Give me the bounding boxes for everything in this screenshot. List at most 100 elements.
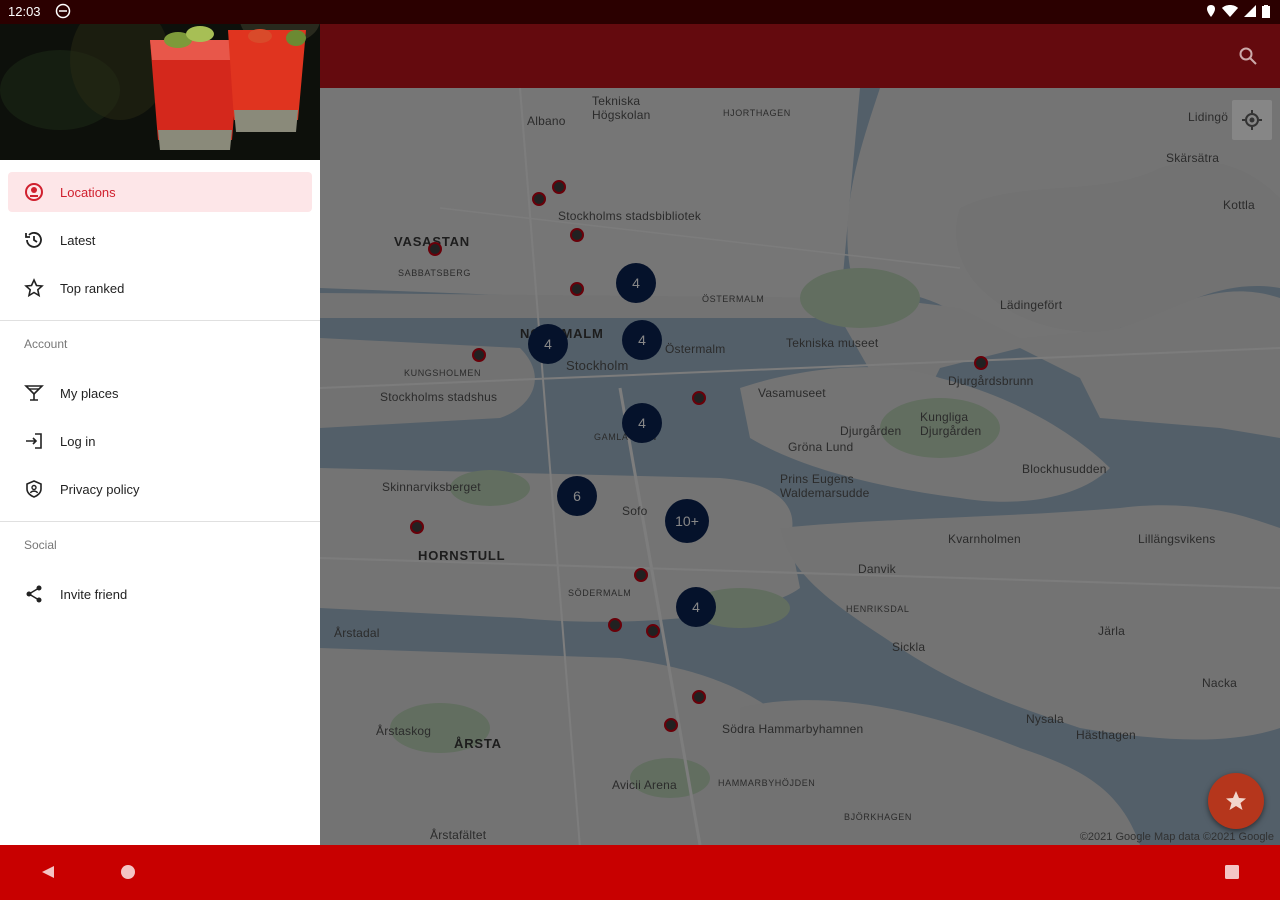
label-vasamuseet: Vasamuseet bbox=[758, 386, 826, 400]
nav-item-label: My places bbox=[60, 385, 119, 401]
home-icon[interactable] bbox=[120, 864, 136, 880]
label-henriksdal: HENRIKSDAL bbox=[846, 604, 910, 614]
shield-icon bbox=[26, 480, 42, 498]
label-kvarnholmen: Kvarnholmen bbox=[948, 532, 1021, 546]
marker-cluster[interactable]: 4 bbox=[622, 320, 662, 360]
label-blockhusudden: Blockhusudden bbox=[1022, 462, 1107, 476]
label-tekniska-museet: Tekniska museet bbox=[786, 336, 879, 350]
nav-item-invite-friend[interactable]: Invite friend bbox=[0, 570, 320, 618]
location-pin[interactable] bbox=[608, 618, 622, 632]
location-pin[interactable] bbox=[646, 624, 660, 638]
label-tekniska-hogskolan: Tekniska Högskolan bbox=[592, 94, 651, 122]
drawer-header-image bbox=[0, 0, 320, 160]
search-icon[interactable] bbox=[1238, 46, 1258, 66]
nav-item-label: Locations bbox=[60, 184, 116, 200]
status-bar: 12:03 bbox=[0, 0, 1280, 24]
dnd-icon bbox=[55, 3, 71, 19]
label-sodermalm: SÖDERMALM bbox=[568, 588, 632, 598]
recents-icon[interactable] bbox=[1224, 864, 1240, 880]
marker-cluster[interactable]: 4 bbox=[528, 324, 568, 364]
label-jarla: Järla bbox=[1098, 624, 1126, 638]
map-copyright: ©2021 Google Map data ©2021 Google bbox=[1079, 831, 1274, 843]
label-sabbatsberg: SABBATSBERG bbox=[398, 268, 471, 278]
location-pin[interactable] bbox=[974, 356, 988, 370]
label-hammarbyhojden: HAMMARBYHÖJDEN bbox=[718, 778, 816, 788]
label-arstaskog: Årstaskog bbox=[376, 724, 432, 738]
label-hasthagen: Hästhagen bbox=[1076, 728, 1136, 742]
nav-item-label: Invite friend bbox=[60, 586, 128, 602]
map-view[interactable]: Tekniska Högskolan Albano HJORTHAGEN Lid… bbox=[320, 88, 1280, 845]
wifi-icon bbox=[1222, 5, 1238, 17]
label-djurgardsbrunn: Djurgårdsbrunn bbox=[948, 374, 1034, 388]
login-icon bbox=[26, 433, 42, 449]
label-sodra-hammarby: Södra Hammarbyhamnen bbox=[722, 722, 864, 736]
label-hjorthagen: HJORTHAGEN bbox=[723, 108, 791, 118]
battery-icon bbox=[1262, 4, 1270, 18]
nav-item-label: Top ranked bbox=[60, 280, 125, 296]
location-pin[interactable] bbox=[552, 180, 566, 194]
label-kungliga-djurgarden: Kungliga Djurgården bbox=[920, 410, 982, 438]
label-ladugardsgardet: Lädingefört bbox=[1000, 298, 1063, 312]
label-sofo: Sofo bbox=[622, 504, 648, 518]
label-grona-lund: Gröna Lund bbox=[788, 440, 854, 454]
location-pin[interactable] bbox=[472, 348, 486, 362]
label-lillangsvikens: Lillängsvikens bbox=[1138, 532, 1216, 546]
label-kungsholmen: KUNGSHOLMEN bbox=[404, 368, 482, 378]
label-danvik: Danvik bbox=[858, 562, 896, 576]
nav-item-label: Latest bbox=[60, 232, 96, 248]
label-nysala: Nysala bbox=[1026, 712, 1064, 726]
star-outline-icon bbox=[24, 278, 44, 298]
nav-item-my-places[interactable]: My places bbox=[0, 369, 320, 417]
social-nav: Invite friend bbox=[0, 570, 320, 618]
label-skarsatra: Skärsätra bbox=[1166, 151, 1220, 165]
cocktail-glass-icon bbox=[24, 385, 44, 401]
location-pin[interactable] bbox=[692, 391, 706, 405]
location-pin[interactable] bbox=[428, 242, 442, 256]
signal-icon bbox=[1244, 5, 1256, 17]
primary-nav: Locations Latest Top ranked bbox=[0, 160, 320, 312]
share-icon bbox=[26, 585, 42, 603]
label-lidingo: Lidingö bbox=[1188, 110, 1229, 124]
location-pin[interactable] bbox=[570, 228, 584, 242]
label-arstadal: Årstadal bbox=[334, 626, 380, 640]
label-avicii-arena: Avicii Arena bbox=[612, 778, 677, 792]
history-icon bbox=[25, 232, 42, 248]
label-stockholm: Stockholm bbox=[566, 358, 629, 373]
star-icon bbox=[1226, 791, 1246, 810]
my-location-icon bbox=[1242, 110, 1262, 130]
location-pin[interactable] bbox=[664, 718, 678, 732]
label-stadshus: Stockholms stadshus bbox=[380, 390, 498, 404]
nav-item-log-in[interactable]: Log in bbox=[0, 417, 320, 465]
favorite-fab[interactable] bbox=[1208, 773, 1264, 829]
location-pin[interactable] bbox=[692, 690, 706, 704]
marker-cluster[interactable]: 10+ bbox=[665, 499, 709, 543]
app-bar bbox=[320, 24, 1280, 88]
back-icon[interactable] bbox=[40, 864, 56, 880]
label-nacka: Nacka bbox=[1202, 676, 1238, 690]
nav-item-label: Log in bbox=[60, 433, 96, 449]
status-time: 12:03 bbox=[8, 4, 41, 19]
label-stadsbibliotek: Stockholms stadsbibliotek bbox=[558, 209, 702, 223]
label-arsta: ÅRSTA bbox=[454, 736, 502, 751]
location-pin[interactable] bbox=[634, 568, 648, 582]
location-pin[interactable] bbox=[570, 282, 584, 296]
nav-item-locations[interactable]: Locations bbox=[8, 172, 312, 212]
system-navigation-bar bbox=[0, 845, 1280, 900]
location-pin[interactable] bbox=[532, 192, 546, 206]
location-pin[interactable] bbox=[410, 520, 424, 534]
marker-cluster[interactable]: 4 bbox=[616, 263, 656, 303]
label-ostermalm-district: ÖSTERMALM bbox=[702, 294, 765, 304]
marker-cluster[interactable]: 6 bbox=[557, 476, 597, 516]
nav-item-latest[interactable]: Latest bbox=[0, 216, 320, 264]
system-icons bbox=[1206, 4, 1270, 18]
label-djurgarden: Djurgården bbox=[840, 424, 902, 438]
marker-cluster[interactable]: 4 bbox=[622, 403, 662, 443]
label-albano: Albano bbox=[527, 114, 566, 128]
marker-cluster[interactable]: 4 bbox=[676, 587, 716, 627]
section-header-social: Social bbox=[24, 538, 57, 552]
label-bjorkhagen: BJÖRKHAGEN bbox=[844, 812, 913, 822]
my-location-button[interactable] bbox=[1232, 100, 1272, 140]
nav-item-top-ranked[interactable]: Top ranked bbox=[0, 264, 320, 312]
label-ostermalm: Östermalm bbox=[665, 342, 726, 356]
nav-item-privacy-policy[interactable]: Privacy policy bbox=[0, 465, 320, 513]
